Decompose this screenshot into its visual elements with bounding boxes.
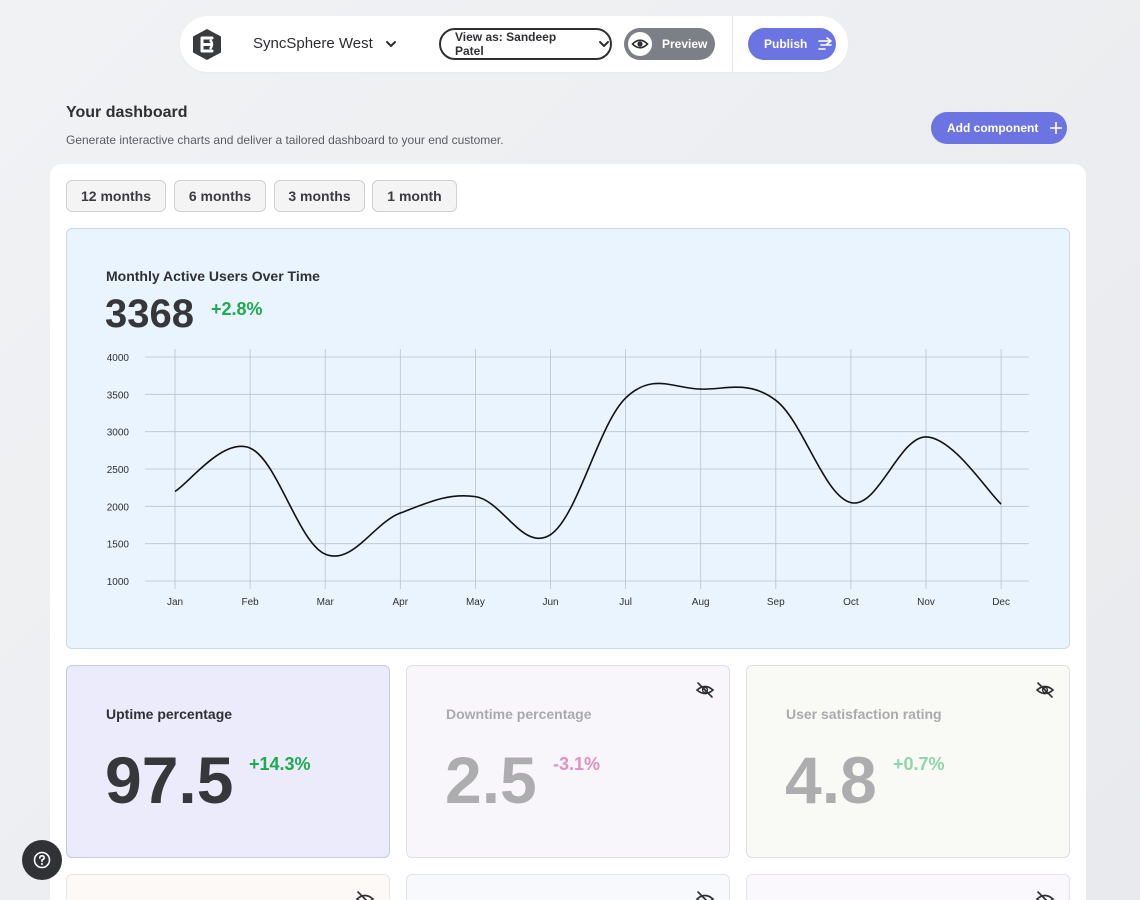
x-tick-label: Jul <box>619 597 632 608</box>
x-tick-label: Nov <box>917 597 935 608</box>
y-tick-label: 2000 <box>107 502 130 513</box>
metric-card-uptime[interactable]: Uptime percentage 97.5 +14.3% <box>66 665 390 858</box>
x-tick-label: Jun <box>542 597 558 608</box>
metric-title: Uptime percentage <box>106 706 233 722</box>
range-3-months-button[interactable]: 3 months <box>274 180 365 212</box>
metric-title: User satisfaction rating <box>786 706 942 722</box>
x-tick-label: Aug <box>692 597 710 608</box>
help-icon <box>33 851 51 869</box>
publish-icon <box>818 37 833 50</box>
metric-change: +0.7% <box>893 754 945 774</box>
eye-off-icon[interactable] <box>355 889 375 900</box>
y-tick-label: 4000 <box>107 353 130 364</box>
x-tick-label: Sep <box>767 597 785 608</box>
y-tick-label: 2500 <box>107 465 130 476</box>
mau-chart-card[interactable]: Monthly Active Users Over Time 3368 +2.8… <box>66 228 1070 649</box>
chevron-down-icon <box>385 40 396 47</box>
series-line <box>174 382 1002 557</box>
metric-value: 2.5 <box>445 743 537 817</box>
publish-label: Publish <box>764 37 808 51</box>
x-tick-label: Jan <box>167 597 183 608</box>
page-title: Your dashboard <box>66 104 188 121</box>
metric-card[interactable] <box>406 874 730 900</box>
eye-off-icon[interactable] <box>695 680 715 700</box>
x-tick-label: May <box>466 597 485 608</box>
top-toolbar: SyncSphere West View as: Sandeep Patel P… <box>180 16 848 72</box>
view-as-dropdown[interactable]: View as: Sandeep Patel <box>439 28 612 60</box>
metric-card-satisfaction[interactable]: User satisfaction rating 4.8 +0.7% <box>746 665 1070 858</box>
metric-title: Downtime percentage <box>446 706 592 722</box>
metric-card[interactable] <box>746 874 1070 900</box>
metric-value: 97.5 <box>105 743 234 817</box>
y-tick-label: 1500 <box>107 540 130 551</box>
brand-logo-icon[interactable] <box>192 28 222 61</box>
range-6-months-button[interactable]: 6 months <box>174 180 266 212</box>
page-subtitle: Generate interactive charts and deliver … <box>66 133 504 147</box>
dashboard-panel: 12 months 6 months 3 months 1 month Mont… <box>50 164 1086 900</box>
range-12-months-button[interactable]: 12 months <box>66 180 166 212</box>
help-button[interactable] <box>22 840 62 880</box>
y-tick-label: 1000 <box>107 577 130 588</box>
y-tick-label: 3000 <box>107 428 130 439</box>
metric-value: 4.8 <box>785 743 877 817</box>
add-component-button[interactable]: Add component <box>931 112 1067 144</box>
range-1-month-button[interactable]: 1 month <box>372 180 457 212</box>
publish-button[interactable]: Publish <box>748 28 836 60</box>
add-component-label: Add component <box>947 121 1039 135</box>
eye-off-icon[interactable] <box>1035 889 1055 900</box>
x-tick-label: Oct <box>843 597 859 608</box>
mau-line-chart: 1000 1500 2000 2500 3000 3500 4000 Jan Feb Mar Apr… <box>107 349 1029 608</box>
preview-button[interactable]: Preview <box>624 28 715 60</box>
metric-change: +14.3% <box>249 754 311 774</box>
view-as-label: View as: Sandeep Patel <box>455 30 557 58</box>
metric-card[interactable] <box>66 874 390 900</box>
y-tick-label: 3500 <box>107 390 130 401</box>
plus-icon <box>1050 122 1063 134</box>
toolbar-divider <box>732 16 733 72</box>
eye-off-icon[interactable] <box>1035 680 1055 700</box>
chevron-down-icon <box>599 41 610 47</box>
x-tick-label: Mar <box>317 597 335 608</box>
x-tick-label: Apr <box>393 597 409 608</box>
workspace-selector[interactable]: SyncSphere West <box>253 35 397 52</box>
metric-change: -3.1% <box>553 754 601 774</box>
x-tick-label: Feb <box>241 597 259 608</box>
eye-icon <box>628 32 652 56</box>
preview-label: Preview <box>662 37 708 51</box>
eye-off-icon[interactable] <box>695 889 715 900</box>
metric-card-downtime[interactable]: Downtime percentage 2.5 -3.1% <box>406 665 730 858</box>
x-tick-label: Dec <box>992 597 1010 608</box>
workspace-name: SyncSphere West <box>253 35 373 52</box>
